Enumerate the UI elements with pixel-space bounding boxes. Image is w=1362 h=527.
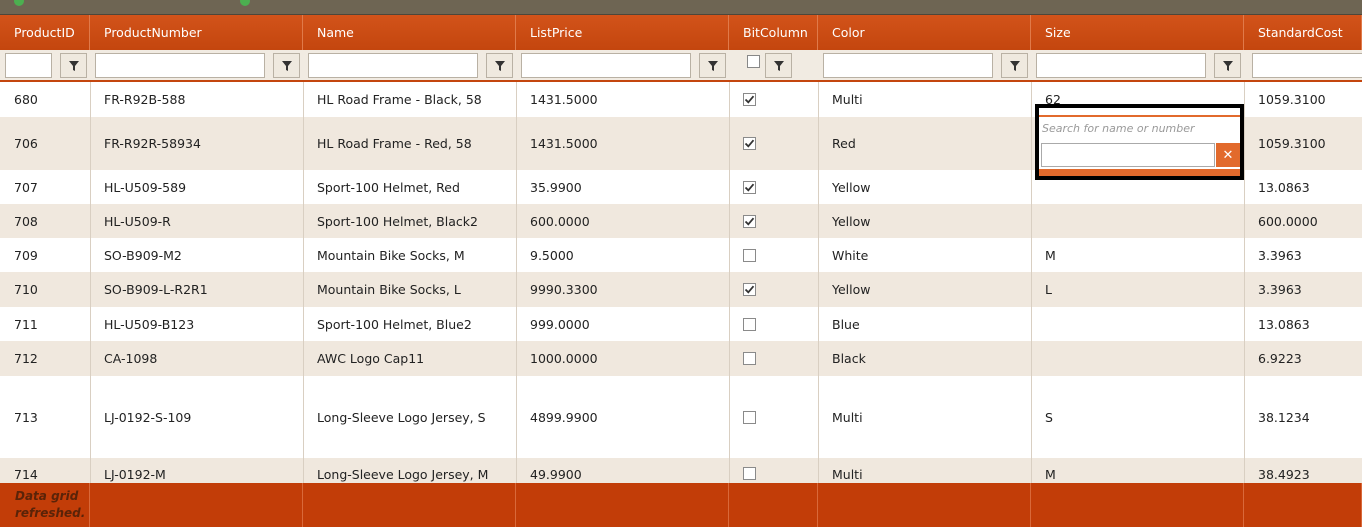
column-divider xyxy=(303,82,304,483)
popup-search-input[interactable]: Search for name or number xyxy=(1040,122,1230,136)
window-top-strip xyxy=(0,0,1362,15)
popup-top-bar xyxy=(1039,108,1240,117)
close-icon[interactable]: ✕ xyxy=(1216,143,1240,167)
column-dividers xyxy=(0,15,1362,527)
popup-value-input[interactable] xyxy=(1041,143,1215,167)
search-popup: Search for name or number ✕ xyxy=(1035,104,1244,180)
popup-bottom-bar xyxy=(1039,169,1240,176)
column-divider xyxy=(90,82,91,483)
product-data-grid: ProductID ProductNumber Name ListPrice BitCo… xyxy=(0,15,1362,527)
status-dot-icon xyxy=(240,0,250,6)
status-dot-icon xyxy=(14,0,24,6)
column-divider xyxy=(1031,82,1032,483)
column-divider xyxy=(516,82,517,483)
column-divider xyxy=(729,82,730,483)
column-divider xyxy=(818,82,819,483)
column-divider xyxy=(1244,82,1245,483)
